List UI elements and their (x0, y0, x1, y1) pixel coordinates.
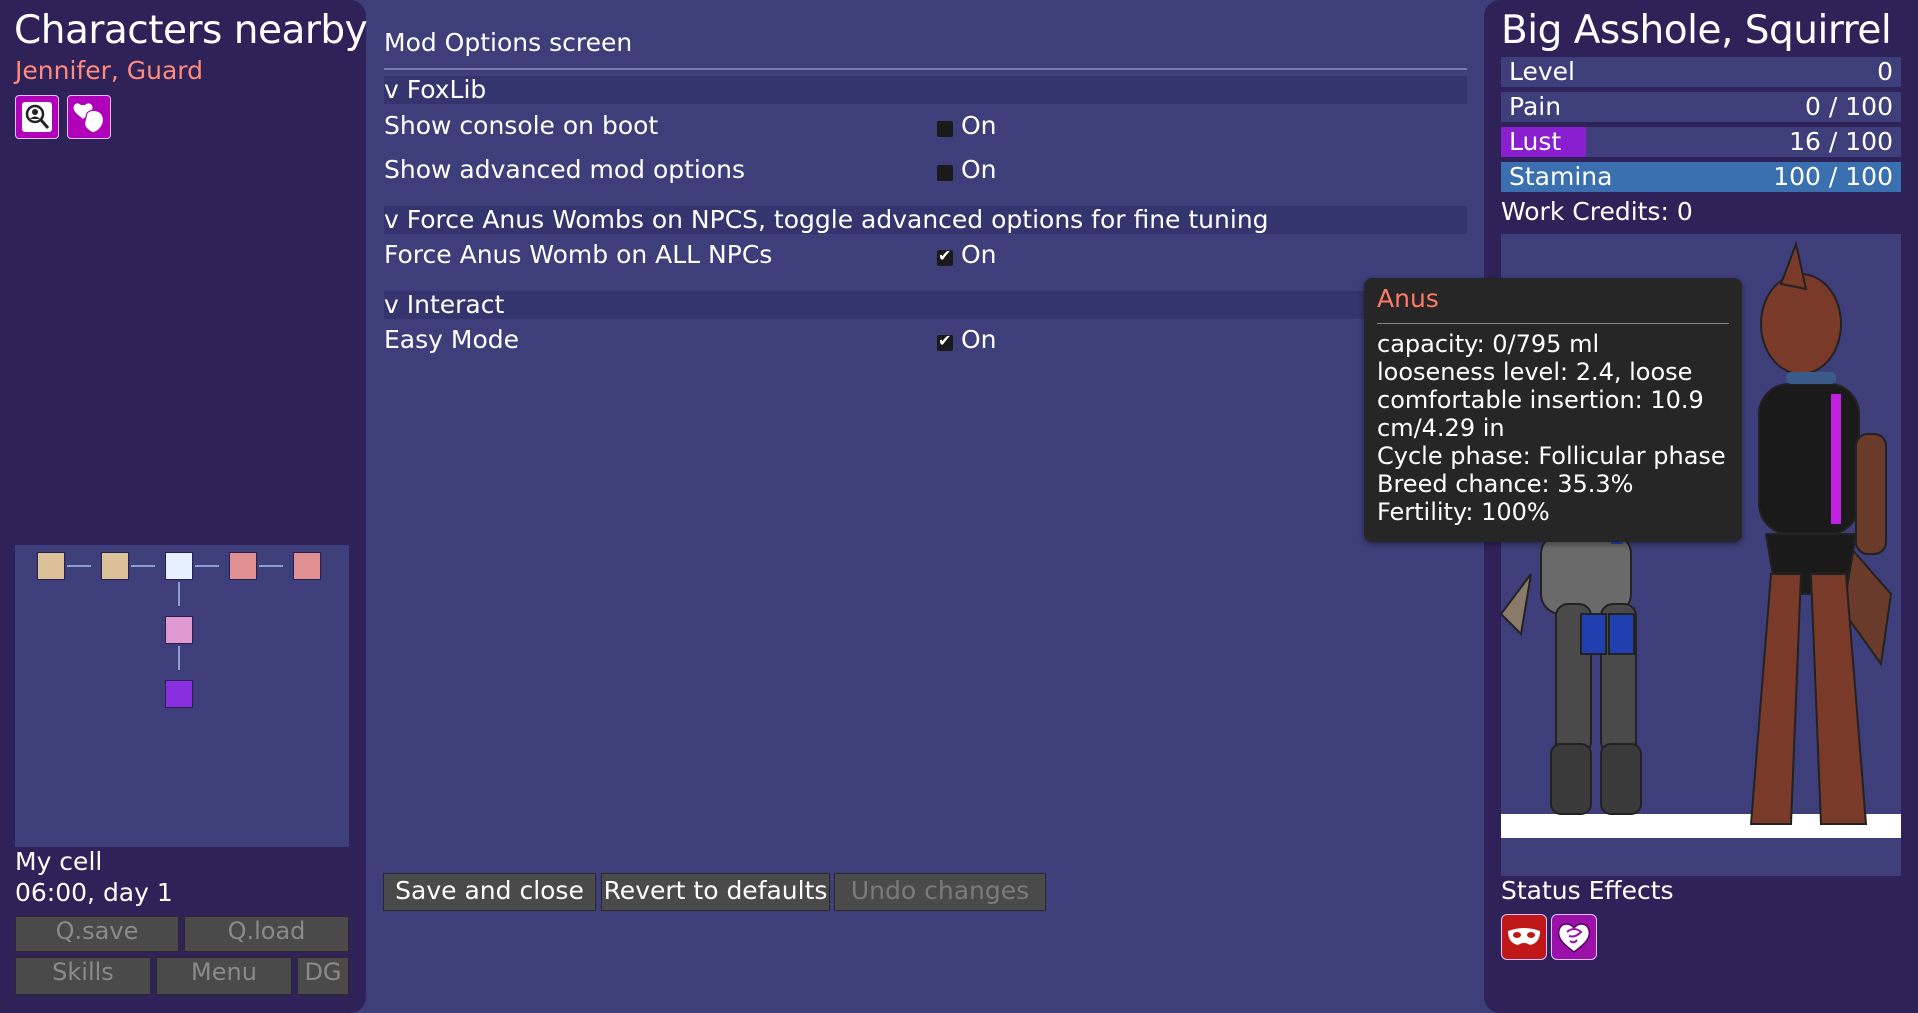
tooltip-line: looseness level: 2.4, loose (1377, 358, 1693, 386)
map-room-current[interactable] (165, 552, 193, 580)
mod-options-title: Mod Options screen (384, 28, 633, 57)
map-room[interactable] (101, 552, 129, 580)
check-icon: ✔ (938, 331, 952, 350)
inspect-icon[interactable] (15, 95, 59, 139)
map-connector (259, 565, 283, 567)
map-room[interactable] (229, 552, 257, 580)
tooltip-line: Breed chance: 35.3% (1377, 470, 1634, 498)
check-icon: ✔ (938, 246, 952, 265)
menu-button[interactable]: Menu (156, 957, 292, 995)
section-header-interact[interactable]: v Interact (384, 291, 1467, 319)
map-connector (178, 646, 180, 670)
right-character-figure (1749, 240, 1893, 825)
undo-changes-button[interactable]: Undo changes (834, 873, 1046, 911)
stat-name: Level (1509, 57, 1575, 86)
save-and-close-button[interactable]: Save and close (383, 873, 596, 911)
stat-row-stamina: Stamina 100 / 100 (1501, 162, 1901, 192)
option-label: Show advanced mod options (384, 155, 746, 184)
dg-button[interactable]: DG (297, 957, 349, 995)
left-character-figure (1501, 524, 1642, 815)
skills-button[interactable]: Skills (15, 957, 151, 995)
stat-value: 0 / 100 (1805, 92, 1893, 121)
status-effects-title: Status Effects (1501, 876, 1674, 905)
anus-tooltip: Anus capacity: 0/795 ml looseness level:… (1364, 278, 1742, 542)
game-time: 06:00, day 1 (15, 878, 173, 907)
stat-value: 0 (1877, 57, 1893, 86)
option-label: Force Anus Womb on ALL NPCs (384, 240, 773, 269)
tooltip-line: capacity: 0/795 ml (1377, 330, 1600, 358)
option-toggle-label[interactable]: On (961, 325, 997, 354)
stat-row-level: Level 0 (1501, 57, 1901, 87)
stat-name: Lust (1509, 127, 1562, 156)
stat-row-pain: Pain 0 / 100 (1501, 92, 1901, 122)
tooltip-divider (1377, 323, 1729, 324)
heart-swirl-icon[interactable] (1551, 914, 1597, 960)
map-room[interactable] (293, 552, 321, 580)
map-connector (131, 565, 155, 567)
option-label: Easy Mode (384, 325, 519, 354)
map-connector (195, 565, 219, 567)
option-checkbox-checked[interactable]: ✔ (937, 331, 953, 351)
stat-row-lust: Lust 16 / 100 (1501, 127, 1901, 157)
map-connector (67, 565, 91, 567)
heart-hand-icon[interactable] (67, 95, 111, 139)
option-checkbox[interactable] (937, 121, 953, 137)
tooltip-line: Cycle phase: Follicular phase (1377, 442, 1726, 470)
option-toggle-label[interactable]: On (961, 155, 997, 184)
stat-name: Pain (1509, 92, 1562, 121)
tooltip-line: cm/4.29 in (1377, 414, 1505, 442)
nearby-character-name[interactable]: Jennifer, Guard (15, 56, 203, 85)
tooltip-line: Fertility: 100% (1377, 498, 1550, 526)
option-label: Show console on boot (384, 111, 659, 140)
section-header-force-anus-wombs[interactable]: v Force Anus Wombs on NPCS, toggle advan… (384, 206, 1467, 234)
mask-icon[interactable] (1501, 914, 1547, 960)
tooltip-line: comfortable insertion: 10.9 (1377, 386, 1704, 414)
map-connector (178, 582, 180, 606)
map-room[interactable] (37, 552, 65, 580)
work-credits: Work Credits: 0 (1501, 197, 1693, 226)
map-room[interactable] (165, 680, 193, 708)
quick-save-button[interactable]: Q.save (15, 916, 179, 952)
stat-value: 16 / 100 (1789, 127, 1893, 156)
option-toggle-label[interactable]: On (961, 111, 997, 140)
location-name: My cell (15, 847, 103, 876)
characters-nearby-title: Characters nearby (14, 8, 368, 53)
title-divider (384, 68, 1467, 70)
option-checkbox-checked[interactable]: ✔ (937, 246, 953, 266)
option-checkbox[interactable] (937, 165, 953, 181)
stat-value: 100 / 100 (1773, 162, 1893, 191)
tooltip-title: Anus (1377, 284, 1439, 313)
revert-to-defaults-button[interactable]: Revert to defaults (601, 873, 830, 911)
map-room[interactable] (165, 616, 193, 644)
quick-load-button[interactable]: Q.load (184, 916, 349, 952)
option-toggle-label[interactable]: On (961, 240, 997, 269)
character-name: Big Asshole, Squirrel (1501, 8, 1892, 53)
minimap (15, 545, 349, 847)
stat-name: Stamina (1509, 162, 1613, 191)
section-header-foxlib[interactable]: v FoxLib (384, 76, 1467, 104)
